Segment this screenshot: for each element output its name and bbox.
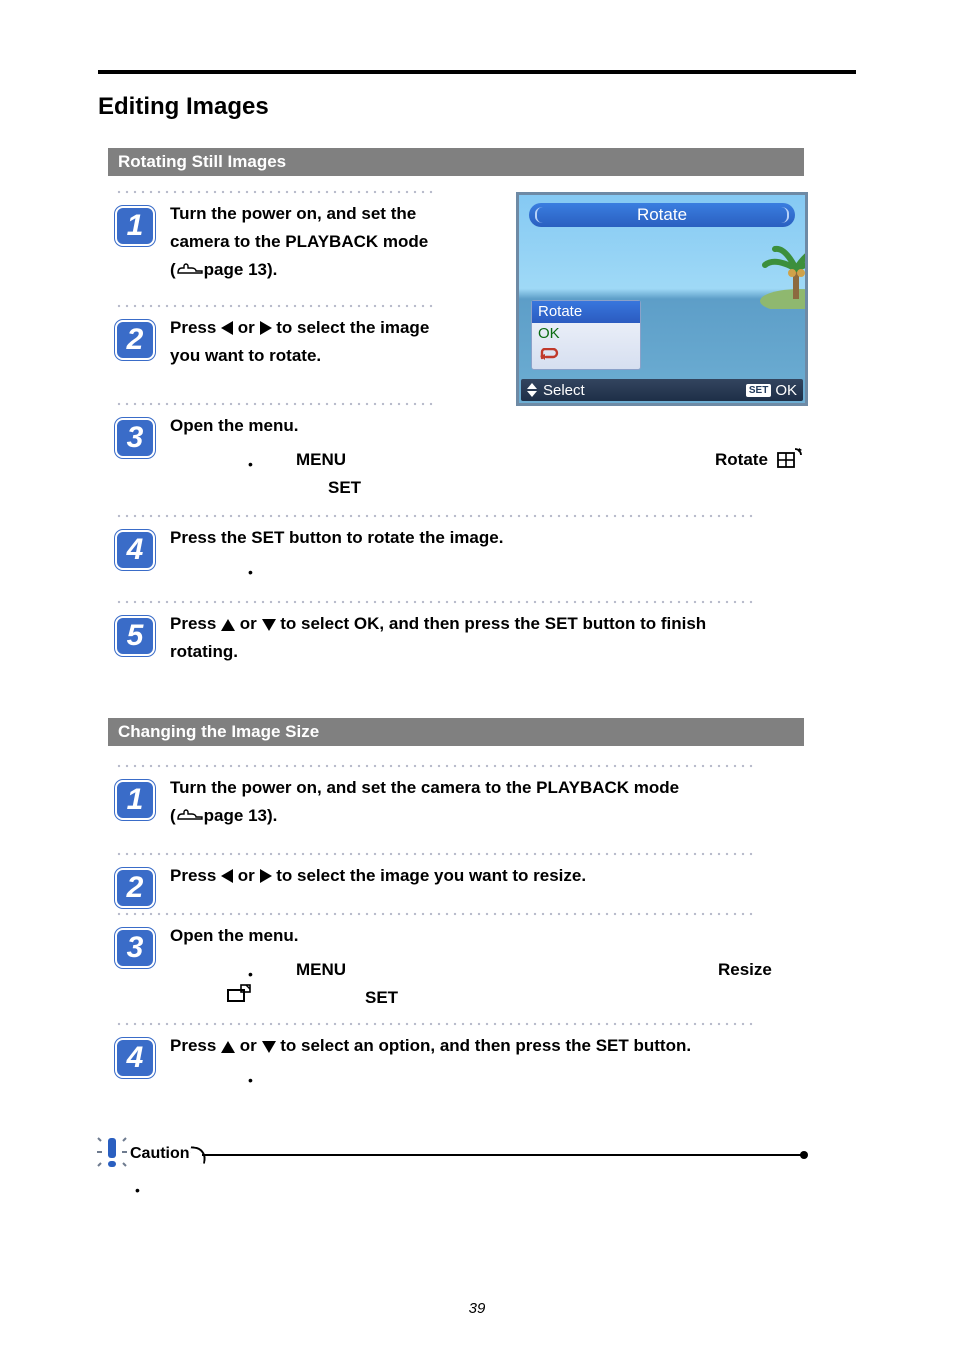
section-header-changing-size: Changing the Image Size [108,718,804,746]
step-text: Press or to select the image you want to… [170,862,586,890]
arrow-up-icon [221,1041,235,1053]
screen-menu-item-back [532,345,640,367]
arrow-right-icon [260,869,272,883]
step-number: 3 [115,928,155,968]
dotted-rule [115,852,755,856]
resize-label: Resize [718,956,772,984]
screen-footer-ok: OK [775,382,797,399]
top-rule [98,70,856,74]
step-text: Press or to select OK, and then press th… [170,610,706,666]
step-text: Turn the power on, and set the camera to… [170,200,428,284]
updown-icon [527,383,537,397]
step-number: 1 [115,206,155,246]
rotate-label: Rotate [715,446,803,474]
arrow-down-icon [262,619,276,631]
dotted-rule [115,402,435,406]
hand-pointer-icon [176,804,204,818]
step-text: Open the menu. • MENU Rotate SET [170,412,810,500]
set-badge-icon: SET [746,384,771,397]
dotted-rule [115,304,435,308]
step-text: Press or to select the image you want to… [170,314,429,370]
menu-label: MENU [296,446,346,474]
arrow-down-icon [262,1041,276,1053]
dotted-rule [115,190,435,194]
screen-title: Rotate [529,203,795,227]
step-number: 2 [115,868,155,908]
step-number: 1 [115,780,155,820]
arrow-left-icon [221,321,233,335]
resize-icon [226,984,252,1004]
step-text: Open the menu. • MENU Resize SET [170,922,810,1010]
step-number: 4 [115,1038,155,1078]
rotate-icon [777,447,803,469]
dotted-rule [115,764,755,768]
dotted-rule [115,514,755,518]
section-header-rotating: Rotating Still Images [108,148,804,176]
camera-screen-rotate: Rotate Rotate OK Select SET OK [516,192,808,406]
step-text: Press or to select an option, and then p… [170,1032,691,1080]
arrow-right-icon [260,321,272,335]
dotted-rule [115,912,755,916]
dotted-rule [115,1022,755,1026]
screen-menu: Rotate OK [531,300,641,370]
hand-pointer-icon [176,258,204,272]
caution-bullet: • [135,1182,140,1198]
arrow-up-icon [221,619,235,631]
dotted-rule [115,600,755,604]
step-text: Turn the power on, and set the camera to… [170,774,679,830]
step-number: 5 [115,616,155,656]
arrow-left-icon [221,869,233,883]
screen-menu-item-ok: OK [532,323,640,345]
step-number: 3 [115,418,155,458]
caution-icon [97,1135,127,1169]
screen-footer-select: Select [543,382,585,399]
step-number: 2 [115,320,155,360]
screen-footer: Select SET OK [521,379,803,401]
set-label: SET [328,474,361,502]
caution-line [202,1154,804,1156]
menu-label: MENU [296,956,346,984]
page-number: 39 [469,1300,486,1317]
screen-menu-item-rotate: Rotate [532,301,640,323]
caution-label: Caution [130,1145,190,1163]
page-title: Editing Images [98,93,269,121]
set-label: SET [365,984,398,1012]
step-number: 4 [115,530,155,570]
palm-illustration [715,229,808,309]
step-text: Press the SET button to rotate the image… [170,524,503,572]
